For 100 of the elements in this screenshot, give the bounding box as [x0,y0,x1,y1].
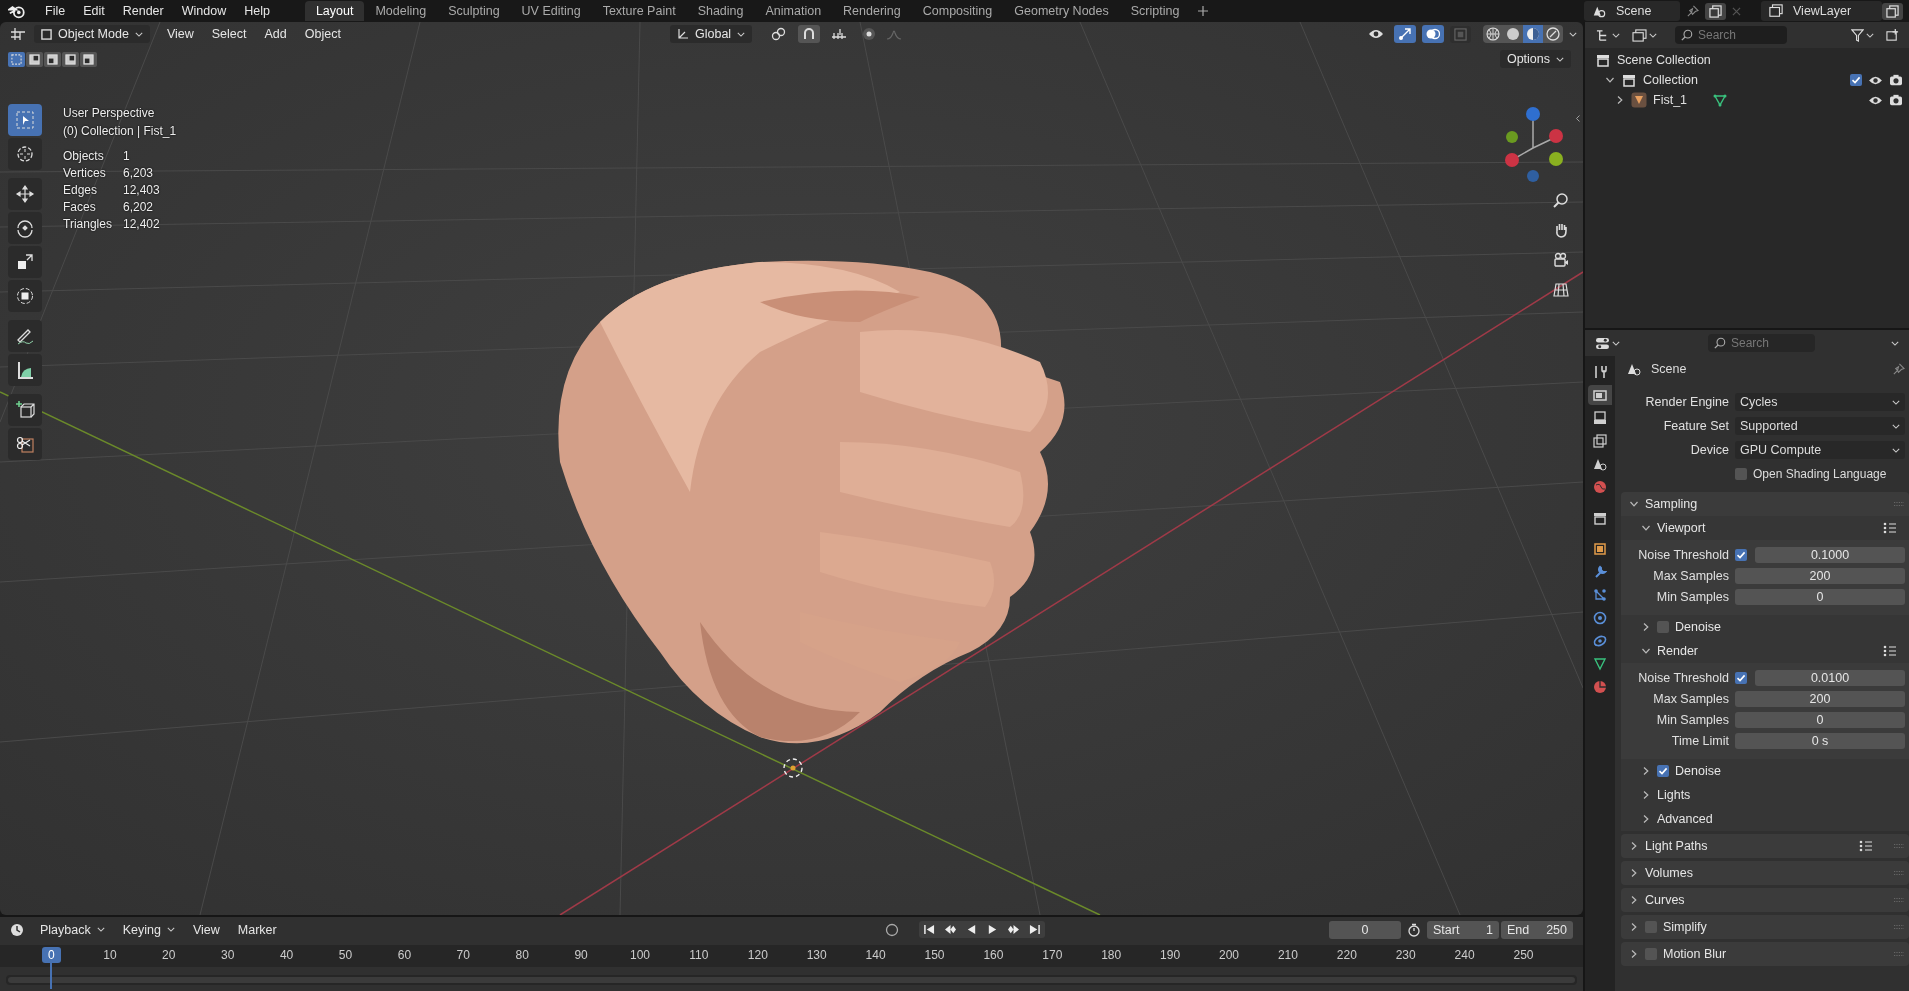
sidebar-toggle-icon[interactable] [1575,114,1581,123]
options-dropdown[interactable]: Options [1499,50,1571,68]
app-logo-icon[interactable] [8,3,26,19]
workspace-tab[interactable]: Modeling [364,1,438,21]
number-field[interactable]: 0 [1735,711,1905,728]
menu-item[interactable]: Edit [74,4,114,18]
menu-item[interactable]: View [186,920,226,939]
checkbox[interactable] [1735,548,1747,561]
drag-handle-icon[interactable] [1893,870,1905,876]
current-frame-field[interactable]: 0 [1329,920,1401,939]
expand-caret[interactable] [1615,95,1625,105]
scale-tool-button[interactable] [8,246,42,278]
panel-caret[interactable] [1641,814,1651,824]
drag-handle-icon[interactable] [1893,897,1905,903]
shading-mode-button[interactable] [1483,25,1503,43]
number-field[interactable]: 200 [1735,567,1905,584]
pin-icon[interactable] [1686,4,1699,18]
checkbox-label[interactable]: Open Shading Language [1753,467,1887,481]
workspace-tab[interactable]: Shading [686,1,755,21]
panel-title[interactable]: Volumes [1645,866,1693,880]
panel-caret[interactable] [1629,895,1639,905]
panel-caret[interactable] [1629,499,1639,509]
search-field[interactable]: Search [1698,27,1768,43]
checkbox[interactable] [1645,921,1657,933]
stopwatch-icon[interactable] [1407,922,1421,937]
menu-item[interactable]: Window [172,4,236,18]
checkbox[interactable] [1735,671,1747,684]
menu-item[interactable]: Add [255,27,296,41]
outliner-item[interactable]: Scene Collection [1617,53,1711,67]
camera-icon[interactable] [1889,74,1903,86]
search-box[interactable]: Search [1675,26,1787,44]
number-field[interactable]: 0 s [1735,732,1905,749]
rotate-tool-button[interactable] [8,212,42,244]
panel-caret[interactable] [1629,841,1639,851]
panel-title[interactable]: Light Paths [1645,839,1708,853]
checkbox[interactable] [1657,765,1669,777]
checkbox[interactable] [1850,74,1862,86]
menu-item[interactable]: Playback [34,920,111,939]
pin-icon[interactable] [1892,362,1905,376]
move-tool-button[interactable] [8,178,42,210]
drag-handle-icon[interactable] [1893,924,1905,930]
render-tab[interactable] [1588,385,1612,405]
workspace-tab[interactable]: Layout [304,1,365,21]
cursor-tool-button[interactable] [8,138,42,170]
measure-tool-button[interactable] [8,354,42,386]
cut-tool-button[interactable] [8,428,42,460]
playhead[interactable]: 0 [42,947,61,963]
workspace-tab[interactable]: Compositing [911,1,1004,21]
panel-caret[interactable] [1629,868,1639,878]
dropdown[interactable]: Cycles [1735,393,1905,411]
panel-title[interactable]: Lights [1657,788,1691,802]
panel-caret[interactable] [1641,646,1651,656]
number-field[interactable]: 0 [1735,588,1905,605]
workspace-tab[interactable]: Texture Paint [591,1,687,21]
drag-handle-icon[interactable] [1893,501,1905,507]
scene-selector[interactable]: Scene [1584,1,1680,21]
workspace-tab[interactable]: Sculpting [437,1,511,21]
frame-ruler[interactable] [0,945,1583,967]
drag-handle-icon[interactable] [1893,951,1905,957]
presets-icon[interactable] [1883,645,1897,657]
panel-title[interactable]: Curves [1645,893,1685,907]
search-field[interactable]: Search [1731,335,1801,351]
panel-title[interactable]: Simplify [1663,920,1707,934]
workspace-tab[interactable]: UV Editing [510,1,592,21]
menu-item[interactable]: Select [202,27,256,41]
checkbox[interactable] [1735,468,1747,480]
panel-title[interactable]: Render [1657,644,1698,658]
panel-caret[interactable] [1641,766,1651,776]
panel-title[interactable]: Sampling [1645,497,1698,511]
workspace-tab[interactable]: Rendering [832,1,912,21]
presets-icon[interactable] [1859,840,1873,852]
add-cube-tool-button[interactable] [8,394,42,426]
expand-caret[interactable] [1605,75,1615,85]
view-layer-selector[interactable]: ViewLayer [1761,1,1882,21]
search-box[interactable]: Search [1708,334,1815,352]
panel-caret[interactable] [1629,922,1639,932]
visibility-eye-icon[interactable] [1868,74,1883,86]
panel-title[interactable]: Viewport [1657,521,1706,535]
scrollbar[interactable] [8,977,1575,983]
transform-tool-button[interactable] [8,280,42,312]
panel-title[interactable]: Denoise [1675,764,1721,778]
shading-mode-button[interactable] [1543,25,1563,43]
drag-handle-icon[interactable] [1893,843,1905,849]
menu-item[interactable]: View [157,27,203,41]
outliner-item[interactable]: Collection [1643,73,1698,87]
dropdown[interactable]: Supported [1735,417,1905,435]
menu-item[interactable]: Render [113,4,173,18]
menu-item[interactable]: File [36,4,75,18]
dropdown[interactable]: GPU Compute [1735,441,1905,459]
workspace-tab[interactable]: Scripting [1119,1,1191,21]
workspace-tab[interactable]: Animation [754,1,833,21]
outliner-item[interactable]: Fist_1 [1653,93,1688,107]
overlays-toggle-button[interactable] [1422,25,1444,43]
presets-icon[interactable] [1883,522,1897,534]
number-field[interactable]: 0.1000 [1755,546,1905,563]
shading-mode-button[interactable] [1523,25,1543,43]
new-scene-button[interactable] [1705,2,1726,20]
orientation-dropdown[interactable]: Global [670,25,753,43]
gizmo-toggle-button[interactable] [1394,25,1416,43]
add-workspace-icon[interactable] [1198,6,1209,16]
